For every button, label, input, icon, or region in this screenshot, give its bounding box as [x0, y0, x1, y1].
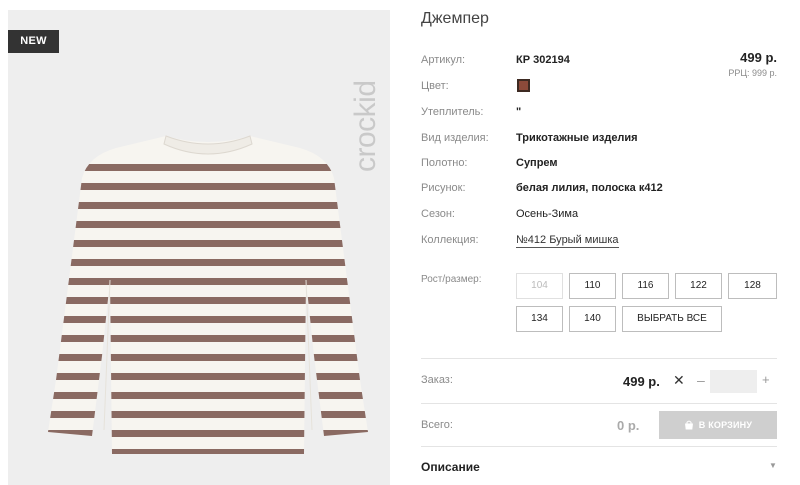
quantity-input[interactable] — [710, 370, 757, 393]
spec-value: Супрем — [516, 157, 558, 169]
spec-label: Утеплитель: — [421, 106, 484, 118]
spec-value: Осень-Зима — [516, 208, 579, 220]
divider — [421, 358, 777, 359]
stripe — [48, 354, 368, 361]
spec-collection: Коллекция: №412 Бурый мишка — [421, 234, 783, 250]
sweater-image — [48, 135, 368, 454]
description-toggle[interactable]: Описание — [421, 460, 480, 474]
size-option-116[interactable]: 116 — [622, 273, 669, 299]
spec-value: Трикотажные изделия — [516, 132, 638, 144]
color-swatch[interactable] — [517, 79, 530, 92]
stripe — [48, 202, 368, 209]
spec-value: белая лилия, полоска к412 — [516, 182, 663, 194]
stripe — [48, 373, 368, 380]
spec-article: Артикул: КР 302194 — [421, 54, 783, 70]
size-option-128[interactable]: 128 — [728, 273, 777, 299]
spec-value: " — [516, 106, 522, 118]
spec-fabric: Полотно: Супрем — [421, 157, 783, 173]
stripe — [48, 392, 368, 399]
stripe — [48, 183, 368, 190]
stripe — [48, 449, 368, 454]
stripe — [48, 411, 368, 418]
size-option-104[interactable]: 104 — [516, 273, 563, 299]
increment-button[interactable]: + — [762, 372, 770, 387]
spec-label: Артикул: — [421, 54, 466, 66]
total-value: 0 р. — [617, 418, 640, 433]
stripe — [48, 297, 368, 304]
product-title: Джемпер — [421, 10, 489, 27]
size-label: Рост/размер: — [421, 274, 482, 285]
stripe — [48, 164, 368, 171]
new-badge: NEW — [8, 30, 59, 53]
spec-insulation: Утеплитель: " — [421, 106, 783, 122]
stripe — [48, 278, 368, 285]
spec-value: КР 302194 — [516, 54, 570, 66]
product-info: Джемпер 499 р. РРЦ: 999 р. Артикул: КР 3… — [421, 0, 783, 485]
stripe — [48, 335, 368, 342]
decrement-button[interactable]: – — [697, 372, 705, 388]
size-option-110[interactable]: 110 — [569, 273, 616, 299]
spec-season: Сезон: Осень-Зима — [421, 208, 783, 224]
order-label: Заказ: — [421, 374, 453, 386]
size-option-140[interactable]: 140 — [569, 306, 616, 332]
size-option-134[interactable]: 134 — [516, 306, 563, 332]
divider — [421, 446, 777, 447]
collection-link[interactable]: №412 Бурый мишка — [516, 234, 619, 248]
total-label: Всего: — [421, 419, 453, 431]
add-to-cart-label: В КОРЗИНУ — [698, 420, 753, 430]
spec-color: Цвет: — [421, 79, 783, 96]
stripe — [48, 240, 368, 247]
order-price: 499 р. — [623, 374, 660, 389]
stripe — [48, 221, 368, 228]
spec-label: Рисунок: — [421, 182, 466, 194]
stripe — [48, 259, 368, 266]
size-option-122[interactable]: 122 — [675, 273, 722, 299]
spec-label: Коллекция: — [421, 234, 479, 246]
spec-label: Цвет: — [421, 80, 449, 92]
spec-product-type: Вид изделия: Трикотажные изделия — [421, 132, 783, 148]
spec-pattern: Рисунок: белая лилия, полоска к412 — [421, 182, 783, 198]
spec-label: Вид изделия: — [421, 132, 489, 144]
spec-label: Сезон: — [421, 208, 455, 220]
chevron-down-icon[interactable]: ▼ — [769, 461, 777, 470]
stripe — [48, 316, 368, 323]
select-all-sizes-button[interactable]: ВЫБРАТЬ ВСЕ — [622, 306, 722, 332]
multiply-icon: ✕ — [673, 372, 685, 388]
stripe — [48, 430, 368, 437]
bag-icon — [684, 420, 693, 430]
divider — [421, 403, 777, 404]
add-to-cart-button[interactable]: В КОРЗИНУ — [659, 411, 777, 439]
product-photo[interactable]: NEW crockid — [8, 10, 390, 485]
spec-label: Полотно: — [421, 157, 468, 169]
